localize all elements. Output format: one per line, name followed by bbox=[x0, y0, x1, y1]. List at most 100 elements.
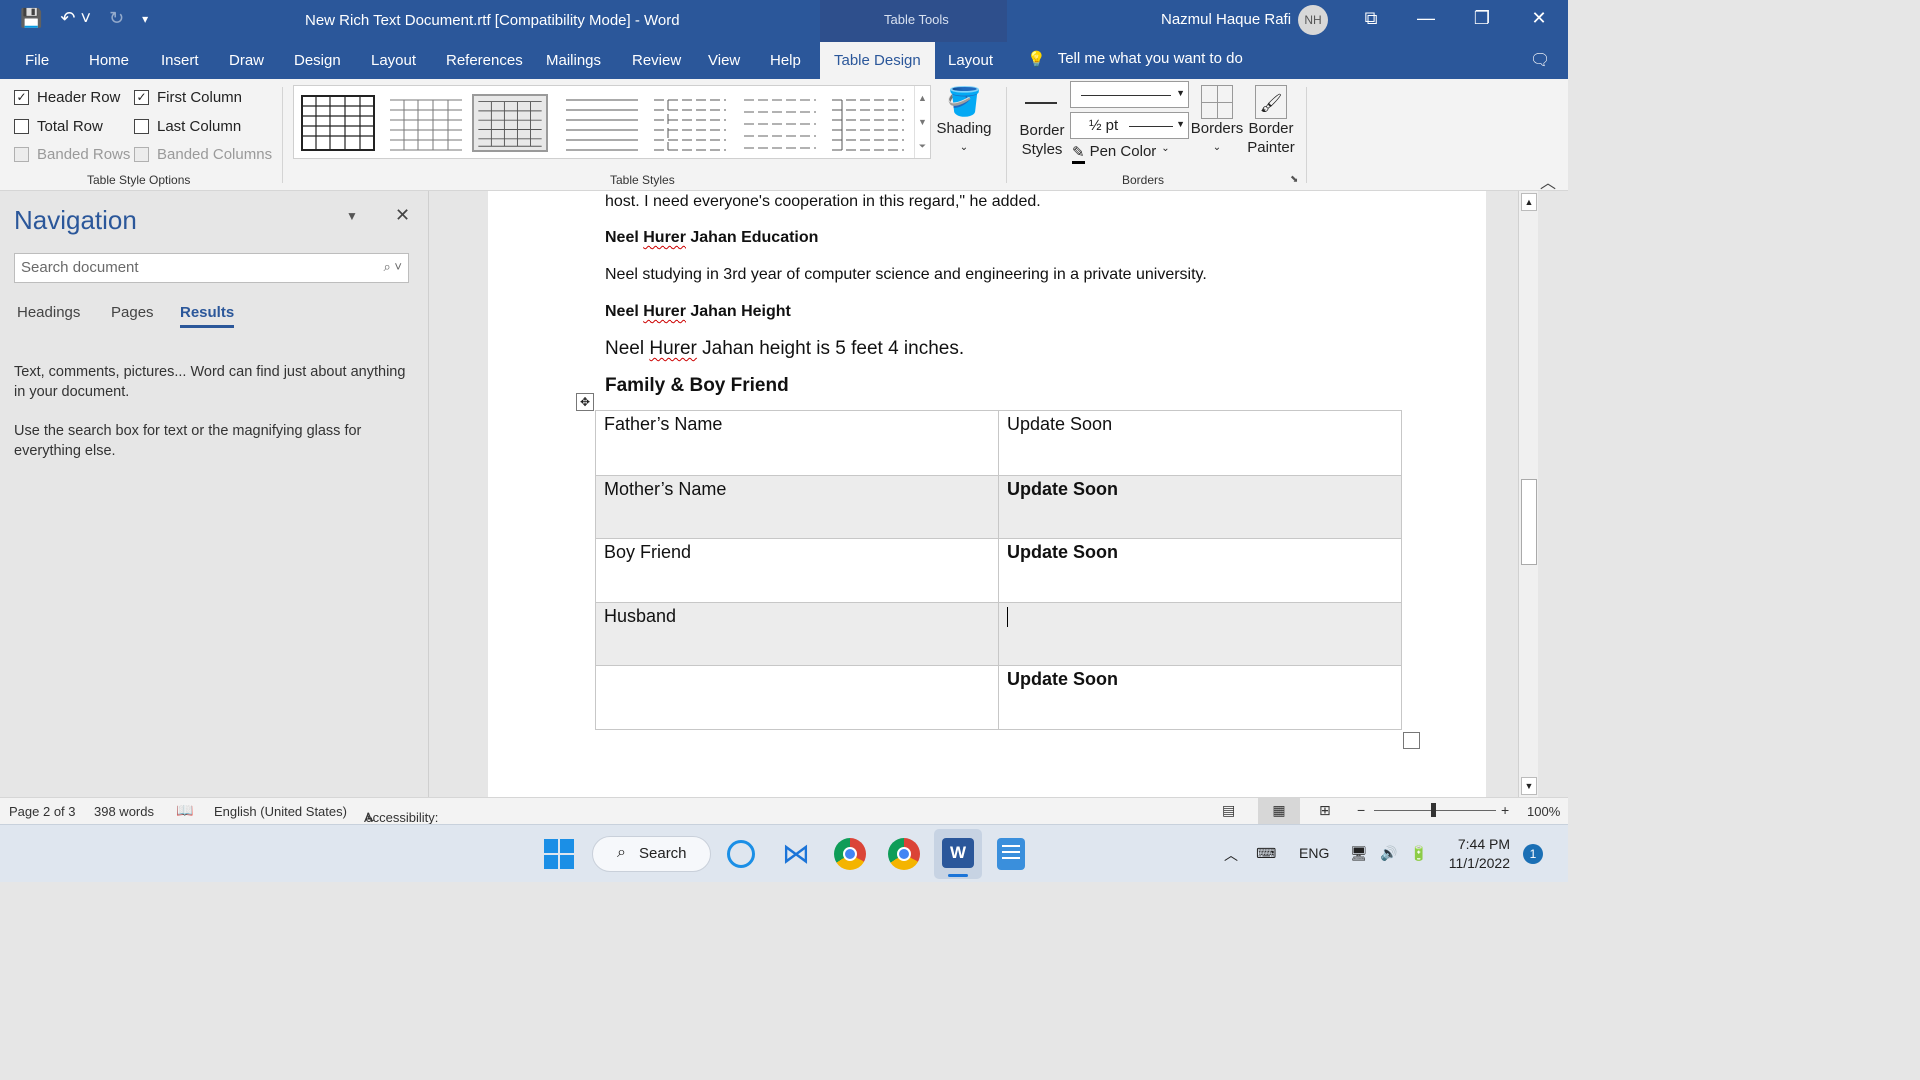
zoom-out-icon[interactable]: − bbox=[1357, 802, 1365, 818]
pen-color-button[interactable]: ✎ Pen Color ⌄ bbox=[1072, 143, 1170, 164]
battery-icon[interactable]: 🔋 bbox=[1410, 845, 1427, 862]
notepad-icon[interactable] bbox=[997, 838, 1025, 870]
tab-table-layout[interactable]: Layout bbox=[948, 52, 993, 69]
table-resize-handle[interactable] bbox=[1403, 732, 1420, 749]
minimize-icon[interactable]: — bbox=[1411, 8, 1441, 29]
chrome-icon[interactable] bbox=[834, 838, 866, 870]
proofing-icon[interactable]: 📖 bbox=[176, 802, 193, 819]
chevron-up-icon[interactable]: ︿ bbox=[1224, 845, 1238, 865]
vscode-icon[interactable]: ⋈ bbox=[780, 838, 812, 870]
chevron-up-icon[interactable]: ▲ bbox=[915, 86, 930, 110]
scroll-up-icon[interactable]: ▲ bbox=[1521, 193, 1537, 211]
total-row-checkbox[interactable]: Total Row bbox=[14, 118, 103, 135]
word-taskbar-active[interactable]: W bbox=[934, 829, 982, 879]
tab-file[interactable]: File bbox=[25, 52, 49, 69]
tab-review[interactable]: Review bbox=[632, 52, 681, 69]
language-indicator[interactable]: English (United States) bbox=[214, 804, 347, 819]
document-page[interactable]: host. I need everyone's cooperation in t… bbox=[488, 191, 1486, 797]
table-cell[interactable]: Update Soon bbox=[998, 475, 1402, 539]
tab-layout[interactable]: Layout bbox=[371, 52, 416, 69]
table-style-grid[interactable] bbox=[300, 94, 376, 152]
tab-view[interactable]: View bbox=[708, 52, 740, 69]
collapse-ribbon-icon[interactable]: ︿ bbox=[1540, 169, 1556, 193]
table-cell[interactable]: Father’s Name bbox=[595, 410, 999, 476]
tab-results[interactable]: Results bbox=[180, 304, 235, 328]
notification-badge[interactable]: 1 bbox=[1523, 844, 1543, 864]
tell-me-box[interactable]: 💡 Tell me what you want to do bbox=[1027, 50, 1243, 68]
zoom-slider-thumb[interactable] bbox=[1431, 803, 1436, 817]
table-style-selected[interactable] bbox=[472, 94, 548, 152]
search-icon[interactable]: ⌕ ˅ bbox=[384, 259, 402, 275]
close-icon[interactable]: ✕ bbox=[1524, 8, 1554, 29]
table-cell[interactable]: Boy Friend bbox=[595, 538, 999, 603]
tab-insert[interactable]: Insert bbox=[161, 52, 199, 69]
tab-design[interactable]: Design bbox=[294, 52, 341, 69]
table-cell[interactable]: Husband bbox=[595, 602, 999, 666]
first-column-checkbox[interactable]: ✓ First Column bbox=[134, 89, 242, 106]
zoom-in-icon[interactable]: + bbox=[1501, 802, 1509, 818]
chevron-down-icon[interactable]: ▼ bbox=[915, 110, 930, 134]
tab-mailings[interactable]: Mailings bbox=[546, 52, 601, 69]
windows-start-icon[interactable] bbox=[543, 838, 575, 870]
dialog-launcher-icon[interactable]: ⬊ bbox=[1290, 174, 1298, 185]
banded-rows-checkbox[interactable]: Banded Rows bbox=[14, 146, 130, 163]
border-painter-button[interactable]: 🖌 Border Painter bbox=[1244, 85, 1298, 157]
family-table[interactable]: Father’s Name Update Soon Mother’s Name … bbox=[595, 410, 1402, 730]
web-layout-icon[interactable]: ⊞ bbox=[1319, 802, 1331, 819]
tab-references[interactable]: References bbox=[446, 52, 523, 69]
last-column-checkbox[interactable]: Last Column bbox=[134, 118, 241, 135]
table-style-plain[interactable] bbox=[564, 94, 640, 152]
table-cell-active[interactable] bbox=[998, 602, 1402, 666]
table-cell[interactable]: Update Soon bbox=[998, 665, 1402, 730]
tab-help[interactable]: Help bbox=[770, 52, 801, 69]
word-count[interactable]: 398 words bbox=[94, 804, 154, 819]
border-styles-button[interactable]: Border Styles bbox=[1013, 85, 1071, 159]
chrome-profile-icon[interactable] bbox=[888, 838, 920, 870]
tab-draw[interactable]: Draw bbox=[229, 52, 264, 69]
table-move-handle-icon[interactable]: ✥ bbox=[576, 393, 594, 411]
volume-icon[interactable]: 🔊 bbox=[1380, 845, 1397, 862]
avatar[interactable]: NH bbox=[1298, 5, 1328, 35]
user-name[interactable]: Nazmul Haque Rafi bbox=[1161, 11, 1291, 28]
line-style-dropdown[interactable]: ▼ bbox=[1070, 81, 1189, 108]
table-cell[interactable]: Update Soon bbox=[998, 538, 1402, 603]
line-weight-dropdown[interactable]: ½ pt ▼ bbox=[1070, 112, 1189, 139]
borders-button[interactable]: Borders ⌄ bbox=[1190, 85, 1244, 157]
restore-icon[interactable]: ❐ bbox=[1467, 8, 1497, 29]
shading-button[interactable]: 🪣 Shading ⌄ bbox=[935, 85, 993, 157]
tab-table-design[interactable]: Table Design bbox=[820, 42, 935, 79]
taskbar-search[interactable]: ⌕ Search bbox=[592, 836, 711, 872]
cortana-icon[interactable] bbox=[727, 840, 755, 868]
tab-home[interactable]: Home bbox=[89, 52, 129, 69]
customize-qat-icon[interactable]: ▾ bbox=[142, 8, 148, 29]
header-row-checkbox[interactable]: ✓ Header Row bbox=[14, 89, 120, 106]
vertical-scrollbar[interactable]: ▲ ▼ bbox=[1518, 191, 1538, 797]
scroll-down-icon[interactable]: ▼ bbox=[1521, 777, 1537, 795]
table-style-light-grid[interactable] bbox=[388, 94, 464, 152]
keyboard-icon[interactable]: ⌨ bbox=[1256, 845, 1276, 862]
table-style-plain-4[interactable] bbox=[830, 94, 906, 152]
page-indicator[interactable]: Page 2 of 3 bbox=[9, 804, 76, 819]
tab-headings[interactable]: Headings bbox=[17, 304, 80, 321]
redo-icon[interactable]: ↻ bbox=[109, 8, 124, 29]
ribbon-display-options-icon[interactable]: ⧉ bbox=[1356, 8, 1386, 29]
scroll-thumb[interactable] bbox=[1521, 479, 1537, 565]
comments-icon[interactable]: 🗨 bbox=[1530, 50, 1550, 70]
banded-columns-checkbox[interactable]: Banded Columns bbox=[134, 146, 272, 163]
zoom-level[interactable]: 100% bbox=[1527, 804, 1560, 819]
save-icon[interactable]: 💾 bbox=[20, 8, 42, 29]
table-style-plain-3[interactable] bbox=[742, 94, 818, 152]
close-icon[interactable]: ✕ bbox=[395, 205, 410, 226]
table-cell[interactable]: Mother’s Name bbox=[595, 475, 999, 539]
table-cell[interactable]: Update Soon bbox=[998, 410, 1402, 476]
network-icon[interactable]: 🖥 bbox=[1350, 845, 1368, 862]
pane-options-icon[interactable]: ▼ bbox=[346, 209, 358, 223]
search-input[interactable]: Search document ⌕ ˅ bbox=[14, 253, 409, 283]
table-cell[interactable] bbox=[595, 665, 999, 730]
tab-pages[interactable]: Pages bbox=[111, 304, 154, 321]
read-mode-icon[interactable]: ▤ bbox=[1222, 802, 1235, 819]
clock[interactable]: 7:44 PM 11/1/2022 bbox=[1446, 835, 1510, 873]
gallery-more-icon[interactable]: ⏷ bbox=[915, 134, 930, 158]
gallery-scroll[interactable]: ▲ ▼ ⏷ bbox=[914, 86, 930, 158]
language-indicator[interactable]: ENG bbox=[1299, 845, 1329, 861]
